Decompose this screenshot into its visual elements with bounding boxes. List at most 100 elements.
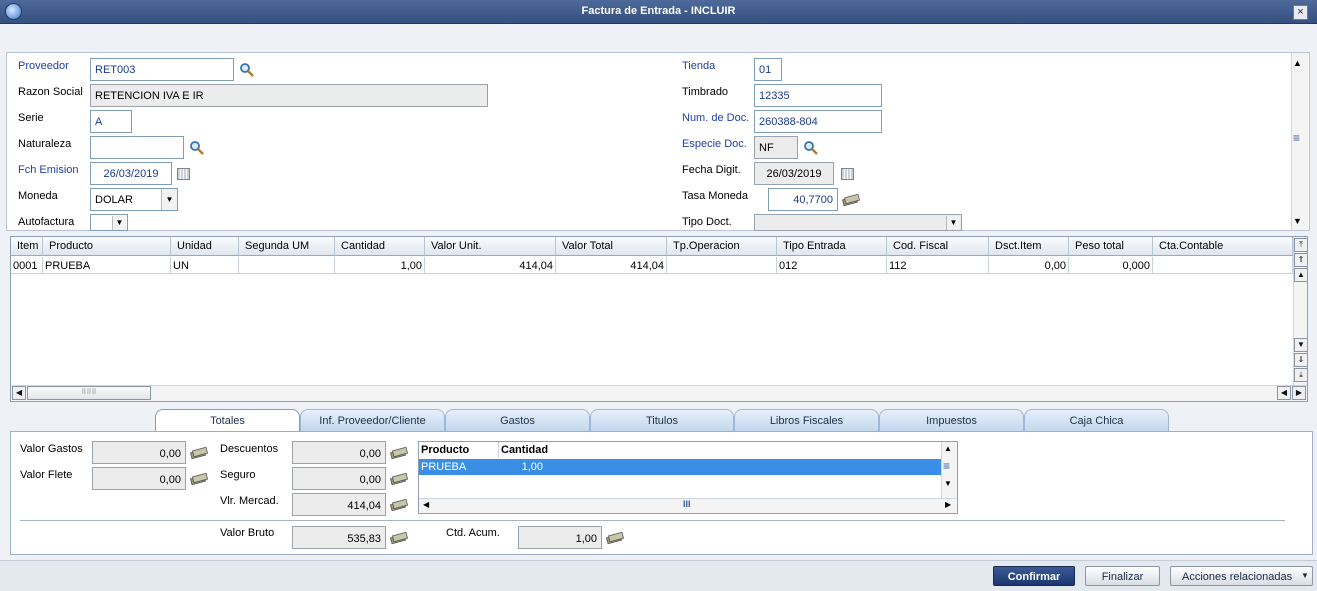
proveedor-field[interactable]: RET003	[90, 58, 234, 81]
seguro-field: 0,00	[292, 467, 386, 490]
scroll-left-icon[interactable]: ◀	[423, 500, 429, 509]
column-header[interactable]: Item	[11, 237, 43, 256]
grid-cell[interactable]: 012	[777, 257, 887, 274]
tipo-doct-label: Tipo Doct.	[682, 216, 732, 228]
grid-cell[interactable]	[667, 257, 777, 274]
scroll-thumb[interactable]: ⠿⠿⠿	[27, 386, 151, 400]
scroll-down-icon[interactable]: ▼	[1294, 338, 1308, 352]
tienda-field[interactable]: 01	[754, 58, 782, 81]
money-icon[interactable]	[190, 473, 208, 485]
calendar-icon[interactable]	[841, 168, 854, 180]
search-icon[interactable]	[189, 140, 205, 156]
tab-libros-fiscales[interactable]: Libros Fiscales	[734, 409, 879, 431]
scroll-up-icon[interactable]: ▲	[1294, 268, 1308, 282]
scroll-page-up-icon[interactable]: ⇑	[1294, 253, 1308, 267]
scroll-thumb-icon[interactable]: III	[683, 499, 691, 509]
grid-cell[interactable]: PRUEBA	[421, 461, 497, 473]
tab-caja-chica[interactable]: Caja Chica	[1024, 409, 1169, 431]
product-summary-grid[interactable]: Producto Cantidad PRUEBA 1,00 ▲ ≡ ▼ ◀ II…	[418, 441, 958, 514]
grid-cell[interactable]	[239, 257, 335, 274]
grid-cell[interactable]: 112	[887, 257, 989, 274]
tab-totales[interactable]: Totales	[155, 409, 300, 432]
chevron-down-icon[interactable]: ▼	[161, 189, 177, 210]
scroll-left-icon[interactable]: ◀	[12, 386, 26, 400]
num-doc-field[interactable]: 260388-804	[754, 110, 882, 133]
grid-cell[interactable]: 414,04	[556, 257, 667, 274]
scroll-thumb-icon[interactable]: ≡	[1293, 131, 1300, 145]
finalizar-button[interactable]: Finalizar	[1085, 566, 1160, 586]
calendar-icon[interactable]	[177, 168, 190, 180]
timbrado-field[interactable]: 12335	[754, 84, 882, 107]
search-icon[interactable]	[803, 140, 819, 156]
acciones-label: Acciones relacionadas	[1182, 571, 1293, 583]
valor-flete-field: 0,00	[92, 467, 186, 490]
money-icon[interactable]	[842, 194, 860, 206]
column-header[interactable]: Tp.Operacion	[667, 237, 777, 256]
especie-doc-field[interactable]: NF	[754, 136, 798, 159]
confirmar-button[interactable]: Confirmar	[993, 566, 1075, 586]
grid-cell[interactable]: 0,000	[1069, 257, 1153, 274]
serie-field[interactable]: A	[90, 110, 132, 133]
fecha-digit-field: 26/03/2019	[754, 162, 834, 185]
close-button[interactable]: ×	[1293, 5, 1308, 20]
money-icon[interactable]	[390, 473, 408, 485]
grid-hscrollbar[interactable]	[11, 385, 1307, 401]
scroll-down-icon[interactable]: ▼	[944, 479, 952, 488]
chevron-down-icon: ▼	[1301, 571, 1309, 580]
scroll-up-icon[interactable]: ▲	[1293, 58, 1302, 68]
tab-gastos[interactable]: Gastos	[445, 409, 590, 431]
search-icon[interactable]	[239, 62, 255, 78]
column-header[interactable]: Cantidad	[335, 237, 425, 256]
ctd-acum-label: Ctd. Acum.	[446, 527, 500, 539]
money-icon[interactable]	[390, 499, 408, 511]
grid-cell[interactable]: 0,00	[989, 257, 1069, 274]
scroll-up-icon[interactable]: ▲	[944, 444, 952, 453]
fch-emision-field[interactable]: 26/03/2019	[90, 162, 172, 185]
column-header[interactable]: Cod. Fiscal	[887, 237, 989, 256]
money-icon[interactable]	[606, 532, 624, 544]
tipo-doct-select[interactable]	[754, 214, 962, 231]
tab-inf-proveedor[interactable]: Inf. Proveedor/Cliente	[300, 409, 445, 431]
scroll-right-icon[interactable]: ▶	[945, 500, 951, 509]
scroll-top-icon[interactable]: ⤒	[1294, 238, 1308, 252]
acciones-relacionadas-button[interactable]: Acciones relacionadas ▼	[1170, 566, 1313, 586]
column-header[interactable]: Unidad	[171, 237, 239, 256]
column-header[interactable]: Producto	[419, 442, 499, 458]
num-doc-label: Num. de Doc.	[682, 112, 750, 124]
column-header[interactable]: Cta.Contable	[1153, 237, 1293, 256]
scroll-page-down-icon[interactable]: ⇓	[1294, 353, 1308, 367]
column-header[interactable]: Segunda UM	[239, 237, 335, 256]
column-header[interactable]: Peso total	[1069, 237, 1153, 256]
moneda-value: DOLAR	[95, 194, 133, 206]
naturaleza-field[interactable]	[90, 136, 184, 159]
grid-cell[interactable]: 0001	[11, 257, 43, 274]
grid-cell[interactable]: PRUEBA	[43, 257, 171, 274]
tab-impuestos[interactable]: Impuestos	[879, 409, 1024, 431]
column-header[interactable]: Cantidad	[499, 442, 939, 458]
scroll-thumb-icon[interactable]: ≡	[943, 459, 950, 473]
column-header[interactable]: Valor Total	[556, 237, 667, 256]
chevron-down-icon[interactable]: ▼	[946, 216, 960, 230]
column-header[interactable]: Producto	[43, 237, 171, 256]
grid-cell[interactable]: 1,00	[335, 257, 425, 274]
tab-titulos[interactable]: Titulos	[590, 409, 734, 431]
column-header[interactable]: Valor Unit.	[425, 237, 556, 256]
grid-cell[interactable]: UN	[171, 257, 239, 274]
selected-row[interactable]	[419, 459, 941, 475]
grid-cell[interactable]	[1153, 257, 1293, 274]
grid-cell[interactable]: 414,04	[425, 257, 556, 274]
items-grid[interactable]: Item Producto Unidad Segunda UM Cantidad…	[10, 236, 1308, 402]
scroll-right-icon[interactable]: ▶	[1292, 386, 1306, 400]
scroll-down-icon[interactable]: ▼	[1293, 216, 1302, 226]
chevron-down-icon[interactable]: ▼	[112, 216, 126, 230]
grid-cell[interactable]: 1,00	[499, 461, 543, 473]
money-icon[interactable]	[390, 447, 408, 459]
column-header[interactable]: Tipo Entrada	[777, 237, 887, 256]
column-header[interactable]: Dsct.Item	[989, 237, 1069, 256]
money-icon[interactable]	[390, 532, 408, 544]
scroll-left-icon[interactable]: ◀	[1277, 386, 1291, 400]
money-icon[interactable]	[190, 447, 208, 459]
fch-emision-label: Fch Emision	[18, 164, 79, 176]
tasa-moneda-field[interactable]: 40,7700	[768, 188, 838, 211]
scroll-bottom-icon[interactable]: ⤓	[1294, 368, 1308, 382]
